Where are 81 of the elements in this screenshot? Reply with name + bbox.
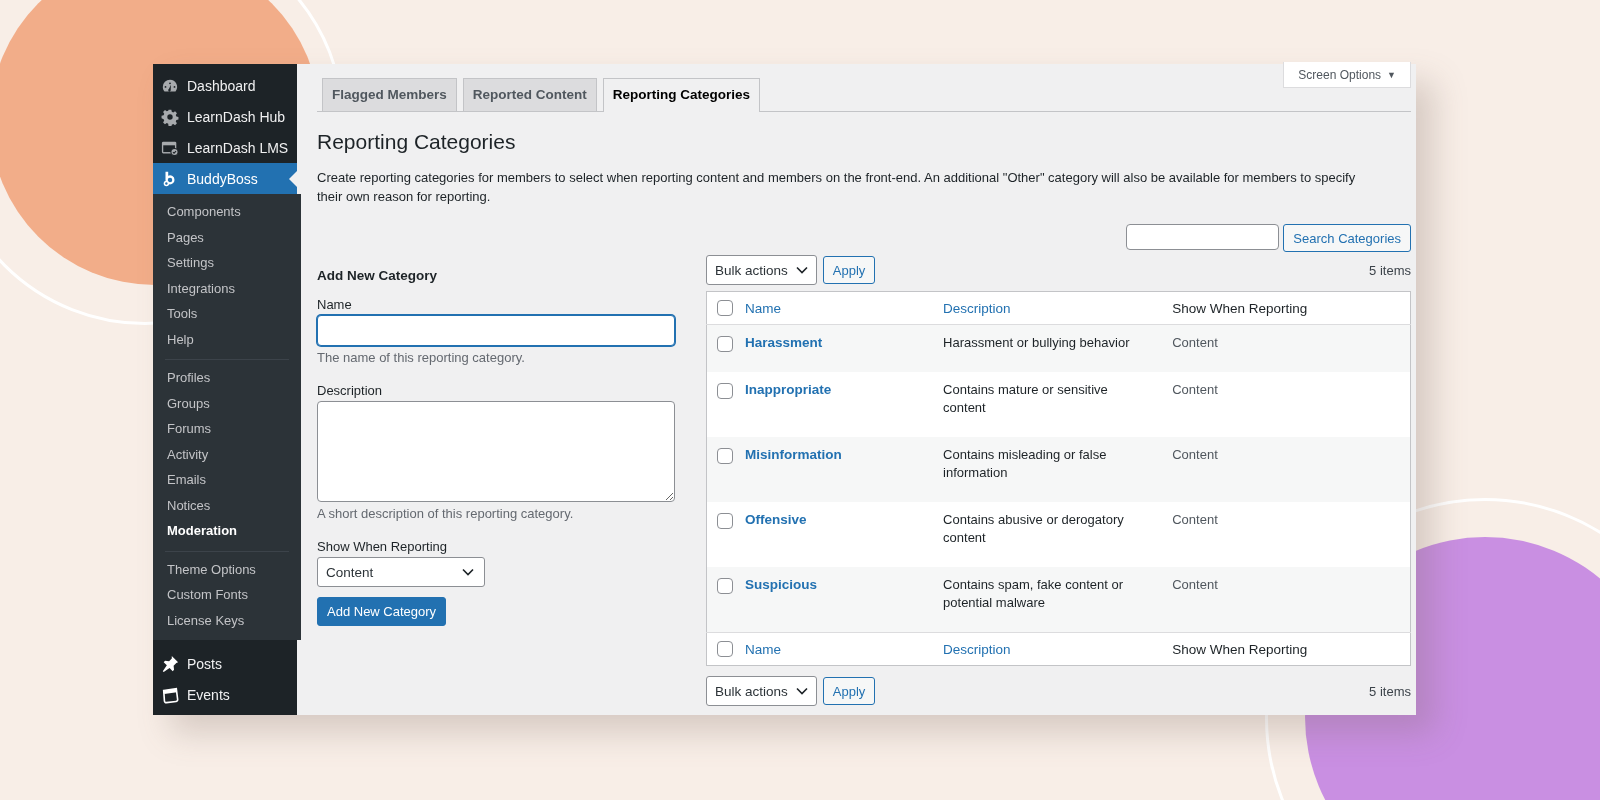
menu-item[interactable]: BuddyBoss: [153, 163, 297, 194]
submenu-item[interactable]: License Keys: [153, 608, 301, 634]
field-label: Name: [317, 297, 353, 312]
bulk-actions-select[interactable]: Bulk actions: [706, 255, 817, 285]
dropdown-arrow-icon: ▼: [1387, 70, 1396, 80]
table-cell: Content: [1172, 577, 1218, 592]
menu-item[interactable]: LearnDash LMS: [153, 132, 297, 163]
submenu-item[interactable]: Notices: [153, 493, 301, 519]
item-count: 5 items: [1369, 683, 1411, 699]
row-checkbox[interactable]: [717, 335, 733, 352]
category-name-link[interactable]: Offensive: [745, 512, 807, 527]
table-cell: Content: [1172, 447, 1218, 462]
row-checkbox[interactable]: [717, 512, 733, 529]
search-button[interactable]: Search Categories: [1283, 224, 1411, 252]
table-cell: Content: [1172, 382, 1218, 397]
category-name-link[interactable]: Misinformation: [745, 447, 842, 462]
submenu-item[interactable]: Pages: [153, 225, 301, 251]
description-field[interactable]: [317, 401, 675, 502]
submenu-item[interactable]: Profiles: [153, 366, 301, 392]
chevron-down-icon: [795, 266, 808, 274]
row-checkbox[interactable]: [717, 382, 733, 399]
row-checkbox[interactable]: [717, 447, 733, 464]
apply-button[interactable]: Apply: [822, 256, 876, 284]
table-cell: Content: [1172, 512, 1218, 527]
column-header-link[interactable]: Description: [943, 641, 1011, 657]
submenu-item[interactable]: Groups: [153, 391, 301, 417]
submenu-item[interactable]: Tools: [153, 302, 301, 328]
column-header-link[interactable]: Name: [745, 641, 781, 657]
column-header: Show When Reporting: [1172, 641, 1308, 657]
category-name-link[interactable]: Harassment: [745, 335, 823, 350]
table-cell: Harassment or bullying behavior: [943, 335, 1130, 350]
category-name-link[interactable]: Inappropriate: [745, 382, 832, 397]
submenu-item[interactable]: Components: [153, 200, 301, 226]
table-cell: Content: [1172, 335, 1218, 350]
category-name-link[interactable]: Suspicious: [745, 577, 817, 592]
submenu-item[interactable]: Emails: [153, 468, 301, 494]
menu-item[interactable]: Events: [153, 679, 297, 710]
field-label: Description: [317, 383, 384, 398]
chevron-down-icon: [462, 568, 474, 576]
table-cell: Contains mature or sensitive content: [943, 382, 1108, 415]
gear-icon: [161, 107, 179, 126]
apply-button[interactable]: Apply: [822, 677, 876, 705]
submenu-item[interactable]: Theme Options: [153, 557, 301, 583]
table-cell: Contains misleading or false information: [943, 447, 1107, 480]
menu-item[interactable]: Dashboard: [153, 70, 297, 101]
submenu-item[interactable]: Settings: [153, 251, 301, 277]
column-header-link[interactable]: Description: [943, 300, 1011, 316]
name-field[interactable]: [317, 315, 675, 346]
tab[interactable]: Flagged Members: [322, 78, 457, 111]
tab[interactable]: Reporting Categories: [602, 78, 761, 112]
submenu-item[interactable]: Moderation: [153, 519, 301, 545]
submenu-item[interactable]: Integrations: [153, 276, 301, 302]
row-checkbox[interactable]: [717, 577, 733, 594]
submenu-item[interactable]: Help: [153, 327, 301, 353]
page-title: Reporting Categories: [317, 130, 517, 154]
submenu-item[interactable]: Custom Fonts: [153, 583, 301, 609]
menu-item[interactable]: Posts: [153, 648, 297, 679]
field-label: Show When Reporting: [317, 539, 449, 554]
tab[interactable]: Reported Content: [462, 78, 597, 111]
table-cell: Contains abusive or derogatory content: [943, 512, 1124, 545]
bulk-actions-select[interactable]: Bulk actions: [706, 676, 817, 706]
column-header-link[interactable]: Name: [745, 300, 781, 316]
form-heading: Add New Category: [317, 268, 439, 283]
field-hint: The name of this reporting category.: [317, 350, 526, 365]
pushpin-icon: [161, 654, 179, 673]
screen-options-button[interactable]: Screen Options ▼: [1283, 62, 1411, 88]
add-category-button[interactable]: Add New Category: [317, 597, 447, 626]
search-field[interactable]: [1126, 224, 1280, 250]
submenu-item[interactable]: Forums: [153, 417, 301, 443]
chevron-down-icon: [795, 687, 808, 695]
column-header: Show When Reporting: [1172, 300, 1308, 316]
submenu-item[interactable]: Activity: [153, 442, 301, 468]
calendar-icon: [161, 685, 179, 704]
item-count: 5 items: [1369, 262, 1411, 278]
field-hint: A short description of this reporting category.: [317, 506, 575, 521]
intro-text: Create reporting categories for members to select when reporting content and members on the front-end. An additional "Other" category will also be available for members to specify their own reason for reporting.: [317, 169, 1357, 206]
table-cell: Contains spam, fake content or potential malware: [943, 577, 1123, 610]
show-when-select[interactable]: Content: [317, 557, 485, 587]
menu-item[interactable]: LearnDash Hub: [153, 101, 297, 132]
select-all-checkbox[interactable]: [717, 641, 733, 658]
select-all-checkbox[interactable]: [717, 300, 733, 317]
